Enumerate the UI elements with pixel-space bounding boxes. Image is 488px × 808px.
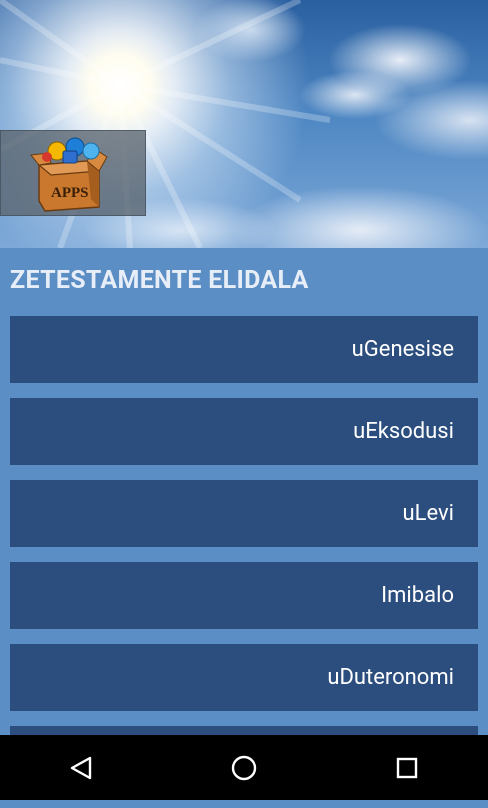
app-logo[interactable]: APPS — [0, 130, 146, 216]
book-label: uGenesise — [351, 337, 454, 362]
android-navigation-bar — [0, 735, 488, 800]
back-triangle-icon — [71, 756, 92, 779]
section-title: ZETESTAMENTE ELIDALA — [10, 266, 309, 295]
book-item-numbers[interactable]: Imibalo — [10, 562, 478, 629]
home-circle-icon — [231, 755, 257, 780]
book-label: uDuteronomi — [327, 665, 454, 690]
recents-button[interactable] — [377, 738, 437, 798]
book-item-exodus[interactable]: uEksodusi — [10, 398, 478, 465]
header-sky-banner: APPS — [0, 0, 488, 248]
home-button[interactable] — [214, 738, 274, 798]
book-label: uLevi — [402, 501, 454, 526]
book-item-genesis[interactable]: uGenesise — [10, 316, 478, 383]
back-button[interactable] — [51, 738, 111, 798]
recents-square-icon — [396, 757, 417, 778]
logo-text: APPS — [51, 185, 89, 201]
book-item-deuteronomy[interactable]: uDuteronomi — [10, 644, 478, 711]
apps-box-logo-icon: APPS — [30, 137, 108, 212]
book-item-leviticus[interactable]: uLevi — [10, 480, 478, 547]
book-label: Imibalo — [381, 583, 454, 608]
book-label: uEksodusi — [353, 419, 454, 444]
